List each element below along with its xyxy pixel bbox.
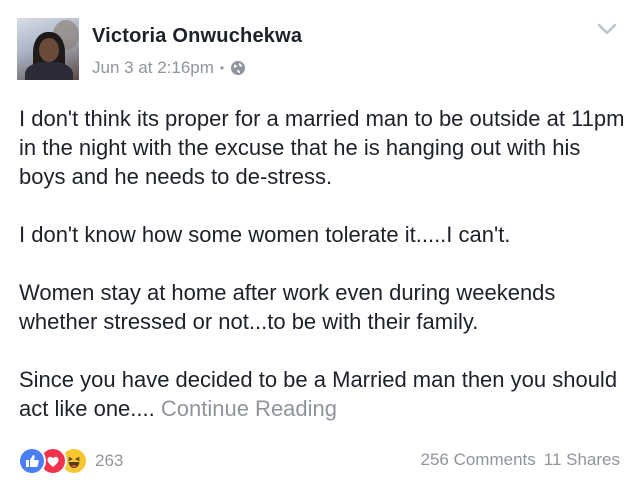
post-paragraph: I don't think its proper for a married m… <box>19 106 625 189</box>
post-body: I don't think its proper for a married m… <box>19 104 629 423</box>
post-meta: Jun 3 at 2:16pm • <box>92 58 246 78</box>
post-paragraph: Women stay at home after work even durin… <box>19 280 556 334</box>
post-stats: 256 Comments 11 Shares <box>420 450 620 470</box>
globe-icon[interactable] <box>230 60 246 76</box>
facebook-post: Victoria Onwuchekwa Jun 3 at 2:16pm • I … <box>0 0 640 487</box>
post-paragraph: I don't know how some women tolerate it.… <box>19 222 511 247</box>
reactions-summary[interactable]: 263 <box>18 447 123 475</box>
like-icon <box>18 447 46 475</box>
shares-count[interactable]: 11 Shares <box>544 450 620 470</box>
post-timestamp[interactable]: Jun 3 at 2:16pm <box>92 58 214 78</box>
reaction-count[interactable]: 263 <box>95 451 123 471</box>
continue-reading-link[interactable]: Continue Reading <box>161 396 337 421</box>
comments-count[interactable]: 256 Comments <box>420 450 535 470</box>
author-name[interactable]: Victoria Onwuchekwa <box>92 25 302 48</box>
avatar[interactable] <box>17 18 79 80</box>
chevron-down-icon[interactable] <box>597 22 617 36</box>
meta-separator: • <box>219 61 225 75</box>
post-paragraph-last: Since you have decided to be a Married m… <box>19 365 629 423</box>
